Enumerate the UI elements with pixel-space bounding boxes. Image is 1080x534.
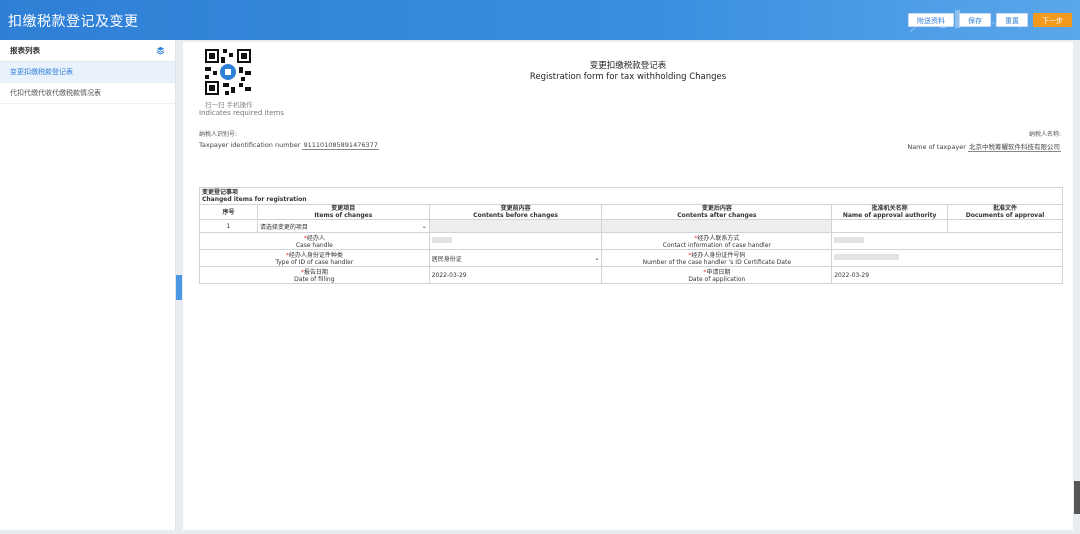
content-before-cell [428, 219, 603, 233]
qr-caption: 扫一扫 手机操作 [205, 101, 253, 109]
col-header-authority-cn: 批准机关名称 [871, 205, 908, 212]
col-header-authority: 批准机关名称 Name of approval authority [831, 204, 949, 220]
content-after-cell[interactable] [601, 219, 833, 233]
handler-label: *经办人 Case handle [199, 232, 430, 250]
id-number-input[interactable] [831, 249, 1063, 267]
col-header-seq: 序号 [199, 204, 258, 220]
sidebar-item-withholding-report[interactable]: 代扣代缴代收代缴税款情况表 [0, 83, 175, 104]
masked-value [834, 254, 900, 260]
required-items-note: Indicates required items [199, 109, 284, 117]
id-number-label-cn: 经办人身份证件号码 [691, 252, 746, 259]
tin-value: 911101085891476377 [302, 141, 379, 150]
app-header: 扣缴税款登记及变更 附送资料 保存 重置 下一步 [0, 0, 1080, 40]
form-title-en: Registration form for tax withholding Ch… [529, 72, 727, 82]
col-header-items-en: Items of changes [314, 212, 373, 219]
id-number-label-en: Number of the case handler 's ID Certifi… [642, 259, 792, 266]
contact-label: *经办人联系方式 Contact information of case han… [601, 232, 833, 250]
col-header-authority-en: Name of approval authority [842, 212, 937, 219]
taxpayer-name-value: 北京中税筹耀软件科技有限公司 [968, 143, 1061, 152]
taxpayer-name-label-en: Name of taxpayer [907, 143, 966, 151]
tin-row: Taxpayer identification number 911101085… [199, 141, 379, 150]
handler-input[interactable] [428, 232, 603, 250]
masked-value [834, 237, 865, 243]
masked-value [431, 237, 452, 243]
id-type-label-en: Type of ID of case handler [275, 259, 354, 266]
next-step-button[interactable]: 下一步 [1033, 13, 1072, 27]
chevron-down-icon: ⌄ [594, 254, 600, 262]
taxpayer-name-row: Name of taxpayer 北京中税筹耀软件科技有限公司 [907, 141, 1061, 152]
application-date-label-en: Date of application [688, 276, 746, 283]
form-title-cn: 变更扣缴税款登记表 [589, 61, 667, 71]
col-header-after-en: Contents after changes [677, 212, 757, 219]
sidebar-collapse-handle[interactable] [176, 275, 182, 300]
col-header-after-cn: 变更后内容 [701, 205, 732, 212]
id-type-label: *经办人身份证件种类 Type of ID of case handler [199, 249, 430, 267]
col-header-after: 变更后内容 Contents after changes [601, 204, 833, 220]
change-item-placeholder: 请选择变更的项目 [259, 223, 308, 231]
section-header: 变更登记事项 Changed items for registration [199, 187, 1063, 205]
sidebar-item-change-registration[interactable]: 变更扣缴税款登记表 [0, 62, 175, 83]
section-header-cn: 变更登记事项 [202, 189, 239, 196]
col-header-before: 变更前内容 Contents before changes [428, 204, 603, 220]
col-header-documents-en: Documents of approval [965, 212, 1045, 219]
application-date-value[interactable]: 2022-03-29 [831, 266, 1063, 284]
contact-input[interactable] [831, 232, 1063, 250]
id-type-label-cn: 经办人身份证件种类 [288, 252, 343, 259]
sidebar-title: 报表列表 [10, 46, 40, 55]
col-header-documents-cn: 批准文件 [993, 205, 1018, 212]
col-header-before-en: Contents before changes [473, 212, 559, 219]
taxpayer-name-label-cn: 纳税人名称: [1028, 131, 1061, 138]
row-seq: 1 [199, 219, 258, 233]
changes-table: 变更登记事项 Changed items for registration 序号… [199, 187, 1063, 284]
tin-label-cn: 纳税人识别号: [199, 131, 238, 138]
application-date-label-cn: 申请日期 [706, 269, 731, 276]
sidebar-header: 报表列表 [0, 40, 175, 62]
section-header-en: Changed items for registration [202, 196, 307, 203]
filing-date-label-en: Date of filling [294, 276, 335, 283]
approval-documents-input[interactable] [947, 219, 1063, 233]
col-header-before-cn: 变更前内容 [500, 205, 531, 212]
change-item-select[interactable]: 请选择变更的项目 ⌄ [256, 219, 430, 233]
application-date-label: *申请日期 Date of application [601, 266, 833, 284]
col-header-items: 变更项目 Items of changes [256, 204, 430, 220]
header-actions: 附送资料 保存 重置 下一步 [908, 13, 1072, 27]
id-type-select[interactable]: 居民身份证 ⌄ [428, 249, 603, 267]
filing-date-value[interactable]: 2022-03-29 [428, 266, 603, 284]
filing-date-label-cn: 报告日期 [303, 269, 328, 276]
approval-authority-input[interactable] [831, 219, 949, 233]
col-header-items-cn: 变更项目 [331, 205, 356, 212]
filing-date-label: *报告日期 Date of filling [199, 266, 430, 284]
handler-label-cn: 经办人 [306, 235, 325, 242]
reset-button[interactable]: 重置 [996, 13, 1028, 27]
contact-label-en: Contact information of case handler [662, 242, 771, 249]
page-title: 扣缴税款登记及变更 [8, 14, 139, 30]
col-header-documents: 批准文件 Documents of approval [947, 204, 1063, 220]
chevron-down-icon: ⌄ [421, 222, 427, 230]
side-floating-tab[interactable] [1074, 481, 1080, 514]
handler-label-en: Case handle [295, 242, 333, 249]
col-header-seq-cn: 序号 [222, 208, 235, 216]
id-type-value: 居民身份证 [431, 255, 462, 263]
form-panel: 扫一扫 手机操作 Indicates required items 变更扣缴税款… [183, 42, 1073, 530]
id-number-label: *经办人身份证件号码 Number of the case handler 's… [601, 249, 833, 267]
save-button[interactable]: 保存 [959, 13, 991, 27]
layers-icon[interactable] [156, 46, 165, 55]
tin-label-en: Taxpayer identification number [199, 141, 301, 149]
contact-label-cn: 经办人联系方式 [697, 235, 740, 242]
attach-docs-button[interactable]: 附送资料 [908, 13, 954, 27]
sidebar: 报表列表 变更扣缴税款登记表 代扣代缴代收代缴税款情况表 [0, 40, 176, 530]
